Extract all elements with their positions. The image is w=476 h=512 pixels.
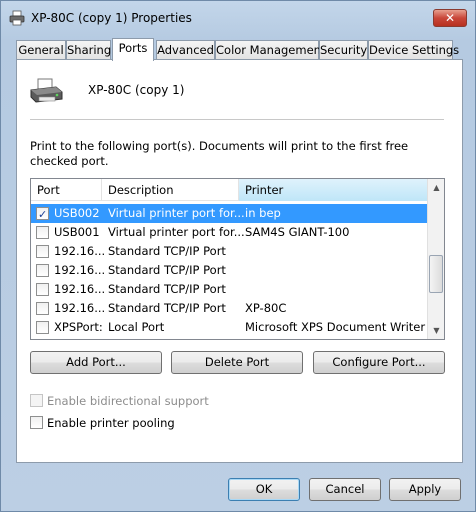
port-checkbox[interactable] (36, 264, 49, 277)
apply-button[interactable]: Apply (389, 478, 461, 501)
table-row[interactable]: 192.16... Standard TCP/IP Port XP-80C (31, 299, 427, 318)
port-description: Standard TCP/IP Port (108, 244, 226, 258)
port-description: Standard TCP/IP Port (108, 263, 226, 277)
port-printer: in bep (245, 206, 281, 220)
table-row[interactable]: USB001 Virtual printer port for... SAM4S… (31, 223, 427, 242)
scroll-down-arrow-icon[interactable]: ▼ (428, 322, 444, 339)
tab-ports[interactable]: Ports (112, 38, 154, 61)
close-icon: ✕ (444, 11, 456, 25)
scroll-thumb[interactable] (429, 255, 443, 293)
port-description: Virtual printer port for... (108, 225, 245, 239)
port-printer: XP-80C (245, 301, 287, 315)
configure-port-button[interactable]: Configure Port... (313, 351, 445, 374)
port-checkbox[interactable] (36, 226, 49, 239)
tab-general[interactable]: General (16, 40, 66, 60)
ports-list[interactable]: Port Description Printer USB002 Virtual … (30, 178, 445, 340)
large-printer-icon (30, 78, 63, 103)
port-description: Local Port (108, 320, 165, 334)
port-checkbox[interactable] (36, 321, 49, 334)
tab-device-settings[interactable]: Device Settings (368, 40, 459, 60)
port-description: Virtual printer port for... (108, 206, 245, 220)
port-name: XPSPort: (54, 320, 103, 334)
column-header-description[interactable]: Description (102, 179, 239, 201)
scroll-up-arrow-icon[interactable]: ▲ (428, 179, 444, 196)
printer-pooling-label[interactable]: Enable printer pooling (47, 415, 175, 431)
column-header-printer[interactable]: Printer (239, 179, 427, 201)
printer-name: XP-80C (copy 1) (88, 83, 185, 97)
port-name: 192.16... (54, 301, 106, 315)
list-header: Port Description Printer (31, 179, 427, 201)
bidirectional-support-label: Enable bidirectional support (47, 394, 209, 408)
port-checkbox[interactable] (36, 283, 49, 296)
table-row[interactable]: 192.16... Standard TCP/IP Port (31, 261, 427, 280)
window-title: XP-80C (copy 1) Properties (31, 11, 192, 25)
title-bar[interactable]: XP-80C (copy 1) Properties ✕ (1, 1, 475, 35)
port-description: Standard TCP/IP Port (108, 282, 226, 296)
port-name: 192.16... (54, 244, 106, 258)
port-checkbox[interactable] (36, 245, 49, 258)
port-name: USB001 (54, 225, 100, 239)
port-printer: Microsoft XPS Document Writer (245, 320, 426, 334)
column-header-port[interactable]: Port (31, 179, 102, 201)
port-printer: SAM4S GIANT-100 (245, 225, 350, 239)
tab-color-management[interactable]: Color Management (215, 40, 325, 60)
table-row[interactable]: USB002 Virtual printer port for... in be… (31, 204, 427, 224)
properties-window: XP-80C (copy 1) Properties ✕ General Sha… (0, 0, 476, 512)
instruction-text: Print to the following port(s). Document… (30, 139, 409, 168)
tab-sharing[interactable]: Sharing (66, 40, 111, 60)
separator (30, 119, 444, 120)
printer-icon (9, 10, 25, 26)
add-port-button[interactable]: Add Port... (30, 351, 162, 374)
tab-security[interactable]: Security (319, 40, 368, 60)
port-name: 192.16... (54, 282, 106, 296)
table-row[interactable]: 192.16... Standard TCP/IP Port (31, 242, 427, 261)
port-name: USB002 (54, 206, 100, 220)
cancel-button[interactable]: Cancel (309, 478, 381, 501)
tab-advanced[interactable]: Advanced (156, 40, 215, 60)
close-button[interactable]: ✕ (433, 9, 467, 27)
port-checkbox[interactable] (36, 302, 49, 315)
tab-strip: General Sharing Ports Advanced Color Man… (16, 38, 462, 61)
port-checkbox[interactable] (36, 205, 49, 224)
table-row[interactable]: 192.16... Standard TCP/IP Port (31, 280, 427, 299)
table-row[interactable]: XPSPort: Local Port Microsoft XPS Docume… (31, 318, 427, 337)
ok-button[interactable]: OK (228, 478, 300, 501)
bidirectional-support-checkbox (30, 394, 43, 407)
port-name: 192.16... (54, 263, 106, 277)
delete-port-button[interactable]: Delete Port (171, 351, 303, 374)
port-description: Standard TCP/IP Port (108, 301, 226, 315)
printer-pooling-checkbox[interactable] (30, 416, 43, 429)
vertical-scrollbar[interactable]: ▲ ▼ (427, 179, 444, 339)
